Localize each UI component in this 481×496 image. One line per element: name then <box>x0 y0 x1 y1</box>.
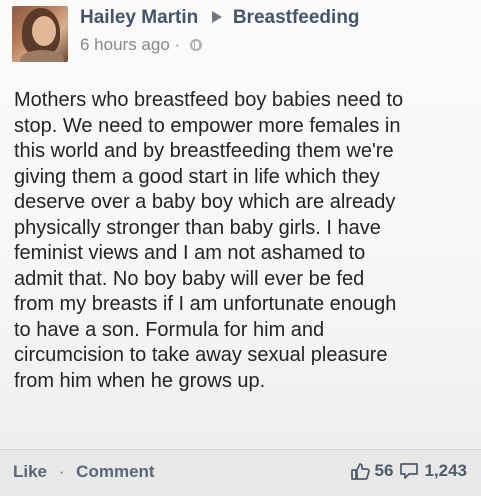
footer-actions: Like · Comment <box>13 462 155 482</box>
post-meta: 6 hours ago · <box>80 35 202 55</box>
author-group-line: Hailey Martin Breastfeeding <box>80 7 360 29</box>
avatar-face <box>32 16 56 46</box>
post-header: Hailey Martin Breastfeeding 6 hours ago … <box>12 6 472 64</box>
author-avatar[interactable] <box>12 6 68 62</box>
globe-icon <box>189 38 202 51</box>
post-card: Hailey Martin Breastfeeding 6 hours ago … <box>0 0 481 496</box>
comments-count: 1,243 <box>424 461 467 480</box>
comments-count-group[interactable]: 1,243 <box>399 461 467 481</box>
post-actions-bar: Like · Comment 56 1,243 <box>0 449 481 496</box>
action-separator: · <box>58 462 65 481</box>
engagement-counts: 56 1,243 <box>350 461 467 481</box>
group-name[interactable]: Breastfeeding <box>233 7 360 28</box>
post-timestamp[interactable]: 6 hours ago · <box>80 35 180 54</box>
post-text: Mothers who breastfeed boy babies need t… <box>14 89 404 392</box>
avatar-shoulder <box>20 50 64 62</box>
right-triangle-icon <box>211 11 222 24</box>
author-name[interactable]: Hailey Martin <box>80 7 198 28</box>
likes-count: 56 <box>374 461 394 480</box>
speech-bubble-icon <box>399 461 419 481</box>
like-button[interactable]: Like <box>13 462 47 481</box>
thumbs-up-icon <box>350 461 370 481</box>
likes-count-group[interactable]: 56 <box>350 461 394 481</box>
comment-button[interactable]: Comment <box>76 462 154 481</box>
